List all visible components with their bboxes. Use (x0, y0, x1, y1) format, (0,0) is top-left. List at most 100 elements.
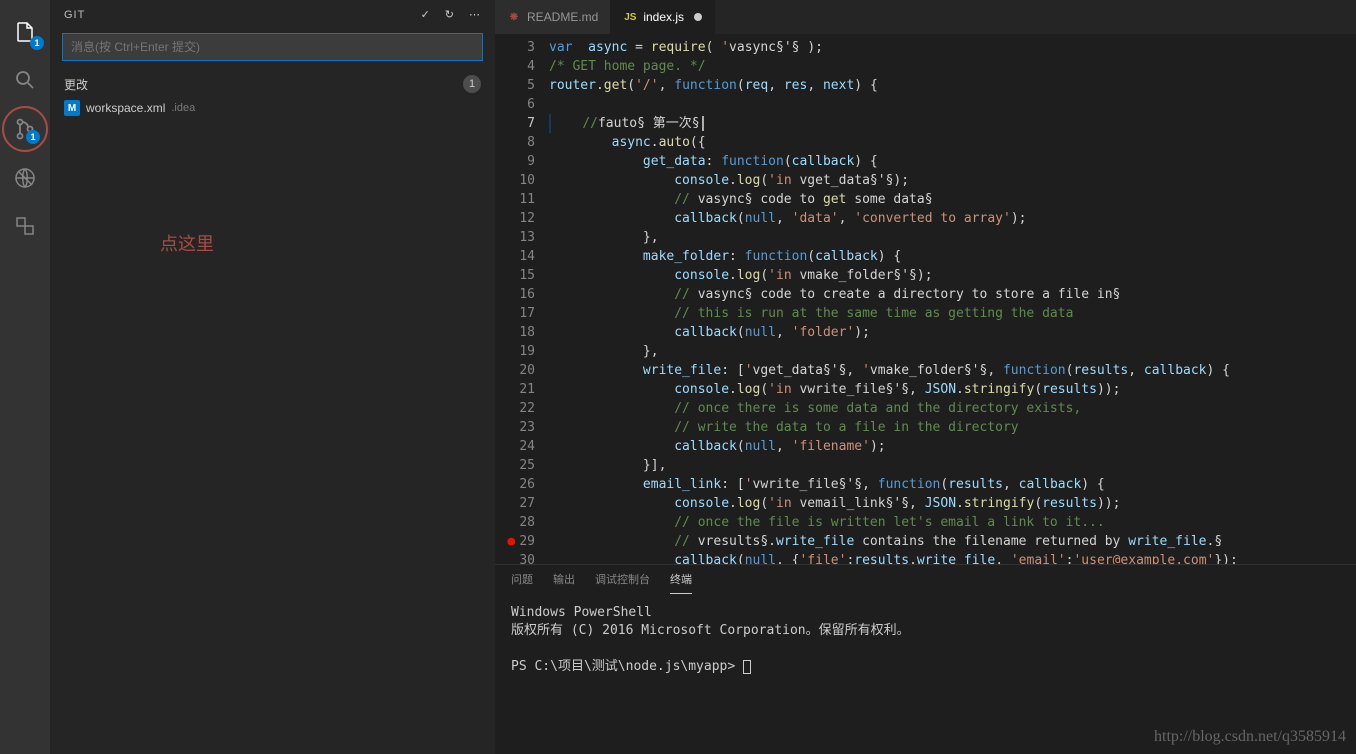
line-number: 24 (495, 437, 535, 456)
editor-area: ❋README.mdJSindex.js 3456789101112131415… (495, 0, 1356, 754)
code-line[interactable]: callback(null, 'filename'); (549, 437, 1356, 456)
commit-message-input[interactable] (62, 33, 483, 61)
extensions-icon[interactable] (0, 202, 50, 250)
line-number: 17 (495, 304, 535, 323)
changes-count-badge: 1 (463, 75, 481, 93)
bottom-panel: 问题输出调试控制台终端 Windows PowerShell版权所有 (C) 2… (495, 564, 1356, 754)
search-icon[interactable] (0, 56, 50, 104)
code-line[interactable]: }], (549, 456, 1356, 475)
terminal-output[interactable]: Windows PowerShell版权所有 (C) 2016 Microsof… (495, 594, 1356, 754)
line-number: 23 (495, 418, 535, 437)
terminal-line: 版权所有 (C) 2016 Microsoft Corporation。保留所有… (511, 622, 1340, 640)
code-line[interactable]: // this is run at the same time as getti… (549, 304, 1356, 323)
panel-tab-3[interactable]: 终端 (670, 571, 692, 594)
panel-tabs: 问题输出调试控制台终端 (495, 565, 1356, 594)
file-path: .idea (171, 102, 195, 114)
panel-tab-0[interactable]: 问题 (511, 571, 533, 594)
side-panel-title: GIT (64, 9, 421, 21)
line-number: 9 (495, 152, 535, 171)
breakpoint-icon[interactable]: ● (507, 532, 515, 551)
code-line[interactable]: email_link: ['vwrite_file§'§, function(r… (549, 475, 1356, 494)
changed-file-row[interactable]: M workspace.xml .idea (50, 97, 495, 119)
code-line[interactable]: // once there is some data and the direc… (549, 399, 1356, 418)
line-number: 28 (495, 513, 535, 532)
code-line[interactable]: callback(null, 'data', 'converted to arr… (549, 209, 1356, 228)
panel-tab-1[interactable]: 输出 (553, 571, 575, 594)
code-line[interactable]: router.get('/', function(req, res, next)… (549, 76, 1356, 95)
line-number: 8 (495, 133, 535, 152)
activity-bar: 1 1 (0, 0, 50, 754)
refresh-icon[interactable]: ↻ (445, 8, 455, 21)
terminal-line (511, 640, 1340, 658)
line-number: 20 (495, 361, 535, 380)
code-line[interactable] (549, 95, 1356, 114)
code-line[interactable]: // vresults§.write_file contains the fil… (549, 532, 1356, 551)
code-line[interactable]: get_data: function(callback) { (549, 152, 1356, 171)
line-number: 5 (495, 76, 535, 95)
file-icon: ❋ (507, 10, 521, 24)
line-number: 27 (495, 494, 535, 513)
explorer-icon[interactable]: 1 (0, 8, 50, 56)
line-number: 14 (495, 247, 535, 266)
explorer-badge: 1 (30, 36, 44, 50)
tab-README-md[interactable]: ❋ README.md (495, 0, 611, 34)
file-name: workspace.xml (86, 101, 165, 115)
code-line[interactable]: var async = require( 'vasync§'§ ); (549, 38, 1356, 57)
code-line[interactable]: /* GET home page. */ (549, 57, 1356, 76)
line-number: 13 (495, 228, 535, 247)
line-number: 4 (495, 57, 535, 76)
code-line[interactable]: //fauto§ 第一次§ (549, 114, 1356, 133)
code-line[interactable]: }, (549, 342, 1356, 361)
code-line[interactable]: // vasync§ code to create a directory to… (549, 285, 1356, 304)
tab-index-js[interactable]: JS index.js (611, 0, 715, 34)
line-number: 25 (495, 456, 535, 475)
line-number: 3 (495, 38, 535, 57)
modified-badge: M (64, 100, 80, 116)
code-line[interactable]: make_folder: function(callback) { (549, 247, 1356, 266)
line-number: 19 (495, 342, 535, 361)
code-line[interactable]: write_file: ['vget_data§'§, 'vmake_folde… (549, 361, 1356, 380)
line-number: 12 (495, 209, 535, 228)
panel-tab-2[interactable]: 调试控制台 (595, 571, 650, 594)
source-control-icon[interactable]: 1 (2, 106, 48, 152)
code-line[interactable]: console.log('in vget_data§'§); (549, 171, 1356, 190)
check-icon[interactable]: ✓ (421, 8, 431, 21)
line-number: 18 (495, 323, 535, 342)
code-line[interactable]: // write the data to a file in the direc… (549, 418, 1356, 437)
tab-label: index.js (643, 10, 684, 24)
line-number: 6 (495, 95, 535, 114)
code-editor[interactable]: 3456789101112131415161718192021222324252… (495, 34, 1356, 564)
code-line[interactable]: // once the file is written let's email … (549, 513, 1356, 532)
line-number: 26 (495, 475, 535, 494)
changes-label: 更改 (64, 76, 463, 93)
side-panel: GIT ✓ ↻ ⋯ 更改 1 M workspace.xml .idea 点这里 (50, 0, 495, 754)
annotation-text: 点这里 (160, 230, 214, 256)
code-line[interactable]: callback(null, {'file':results.write_fil… (549, 551, 1356, 564)
line-number: 10 (495, 171, 535, 190)
debug-icon[interactable] (0, 154, 50, 202)
line-number: ●29 (495, 532, 535, 551)
code-line[interactable]: callback(null, 'folder'); (549, 323, 1356, 342)
tab-bar: ❋ README.md JS index.js (495, 0, 1356, 34)
terminal-cursor (743, 660, 751, 674)
code-line[interactable]: console.log('in vwrite_file§'§, JSON.str… (549, 380, 1356, 399)
code-line[interactable]: console.log('in vemail_link§'§, JSON.str… (549, 494, 1356, 513)
tab-label: README.md (527, 10, 598, 24)
scm-badge: 1 (26, 130, 40, 144)
side-header: GIT ✓ ↻ ⋯ (50, 0, 495, 29)
code-line[interactable]: console.log('in vmake_folder§'§); (549, 266, 1356, 285)
terminal-line: PS C:\项目\测试\node.js\myapp> (511, 658, 1340, 676)
file-icon: JS (623, 10, 637, 24)
changes-section[interactable]: 更改 1 (50, 71, 495, 97)
line-number: 15 (495, 266, 535, 285)
code-line[interactable]: async.auto({ (549, 133, 1356, 152)
line-number: 22 (495, 399, 535, 418)
line-number: 16 (495, 285, 535, 304)
terminal-line: Windows PowerShell (511, 604, 1340, 622)
code-line[interactable]: }, (549, 228, 1356, 247)
line-number: 21 (495, 380, 535, 399)
line-number: 30 (495, 551, 535, 564)
code-content[interactable]: var async = require( 'vasync§'§ );/* GET… (549, 38, 1356, 564)
more-icon[interactable]: ⋯ (469, 8, 481, 21)
code-line[interactable]: // vasync§ code to get some data§ (549, 190, 1356, 209)
